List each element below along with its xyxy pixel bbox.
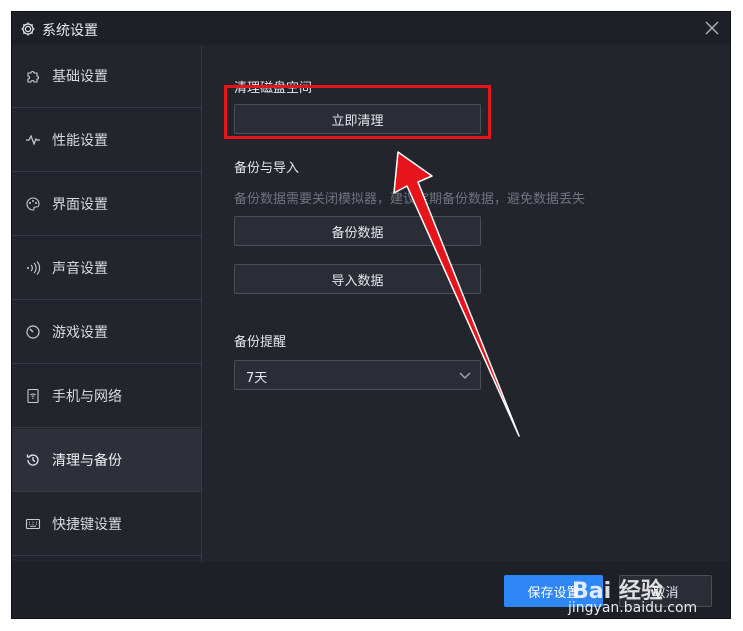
sound-wave-icon	[27, 261, 41, 275]
sidebar: 基础设置 性能设置 界面设置 声音设置 游戏设置 手机与网络 清理与备份 快捷键…	[12, 45, 202, 562]
keyboard-icon	[25, 518, 41, 530]
sidebar-item-label: 性能设置	[52, 133, 108, 149]
backup-import-heading: 备份与导入	[234, 161, 300, 176]
puzzle-icon	[27, 71, 39, 83]
history-icon	[26, 454, 39, 466]
gear-icon	[21, 22, 35, 36]
sidebar-item-game[interactable]: 游戏设置	[12, 301, 201, 364]
sidebar-item-hotkeys[interactable]: 快捷键设置	[12, 493, 201, 556]
palette-icon	[26, 197, 40, 211]
backup-reminder-select[interactable]: 7天	[234, 360, 481, 390]
highlight-box	[224, 85, 491, 139]
window-title: 系统设置	[42, 23, 98, 39]
title-bar: 系统设置	[12, 12, 730, 45]
sidebar-item-network[interactable]: 手机与网络	[12, 365, 201, 428]
select-value: 7天	[246, 371, 268, 386]
sidebar-item-basic[interactable]: 基础设置	[12, 45, 201, 108]
sidebar-item-performance[interactable]: 性能设置	[12, 109, 201, 172]
sidebar-item-label: 快捷键设置	[52, 517, 122, 533]
watermark-url: jingyan.baidu.com	[568, 600, 698, 616]
sidebar-item-label: 基础设置	[52, 69, 108, 85]
sidebar-item-label: 界面设置	[52, 197, 108, 213]
sidebar-item-label: 清理与备份	[52, 453, 122, 469]
sidebar-item-interface[interactable]: 界面设置	[12, 173, 201, 236]
sidebar-item-label: 游戏设置	[52, 325, 108, 341]
sidebar-item-label: 手机与网络	[52, 389, 122, 405]
backup-reminder-heading: 备份提醒	[234, 335, 287, 350]
import-data-button[interactable]: 导入数据	[234, 264, 481, 294]
close-icon[interactable]	[704, 20, 720, 36]
gauge-icon	[26, 325, 40, 339]
chevron-down-icon	[459, 372, 471, 379]
sidebar-item-cleanup-backup[interactable]: 清理与备份	[12, 429, 201, 492]
backup-hint: 备份数据需要关闭模拟器，建议定期备份数据，避免数据丢失	[234, 192, 586, 207]
sidebar-item-label: 声音设置	[52, 261, 108, 277]
sidebar-item-sound[interactable]: 声音设置	[12, 237, 201, 300]
pulse-icon	[26, 134, 40, 146]
backup-data-button[interactable]: 备份数据	[234, 216, 481, 246]
wifi-phone-icon	[27, 388, 39, 404]
